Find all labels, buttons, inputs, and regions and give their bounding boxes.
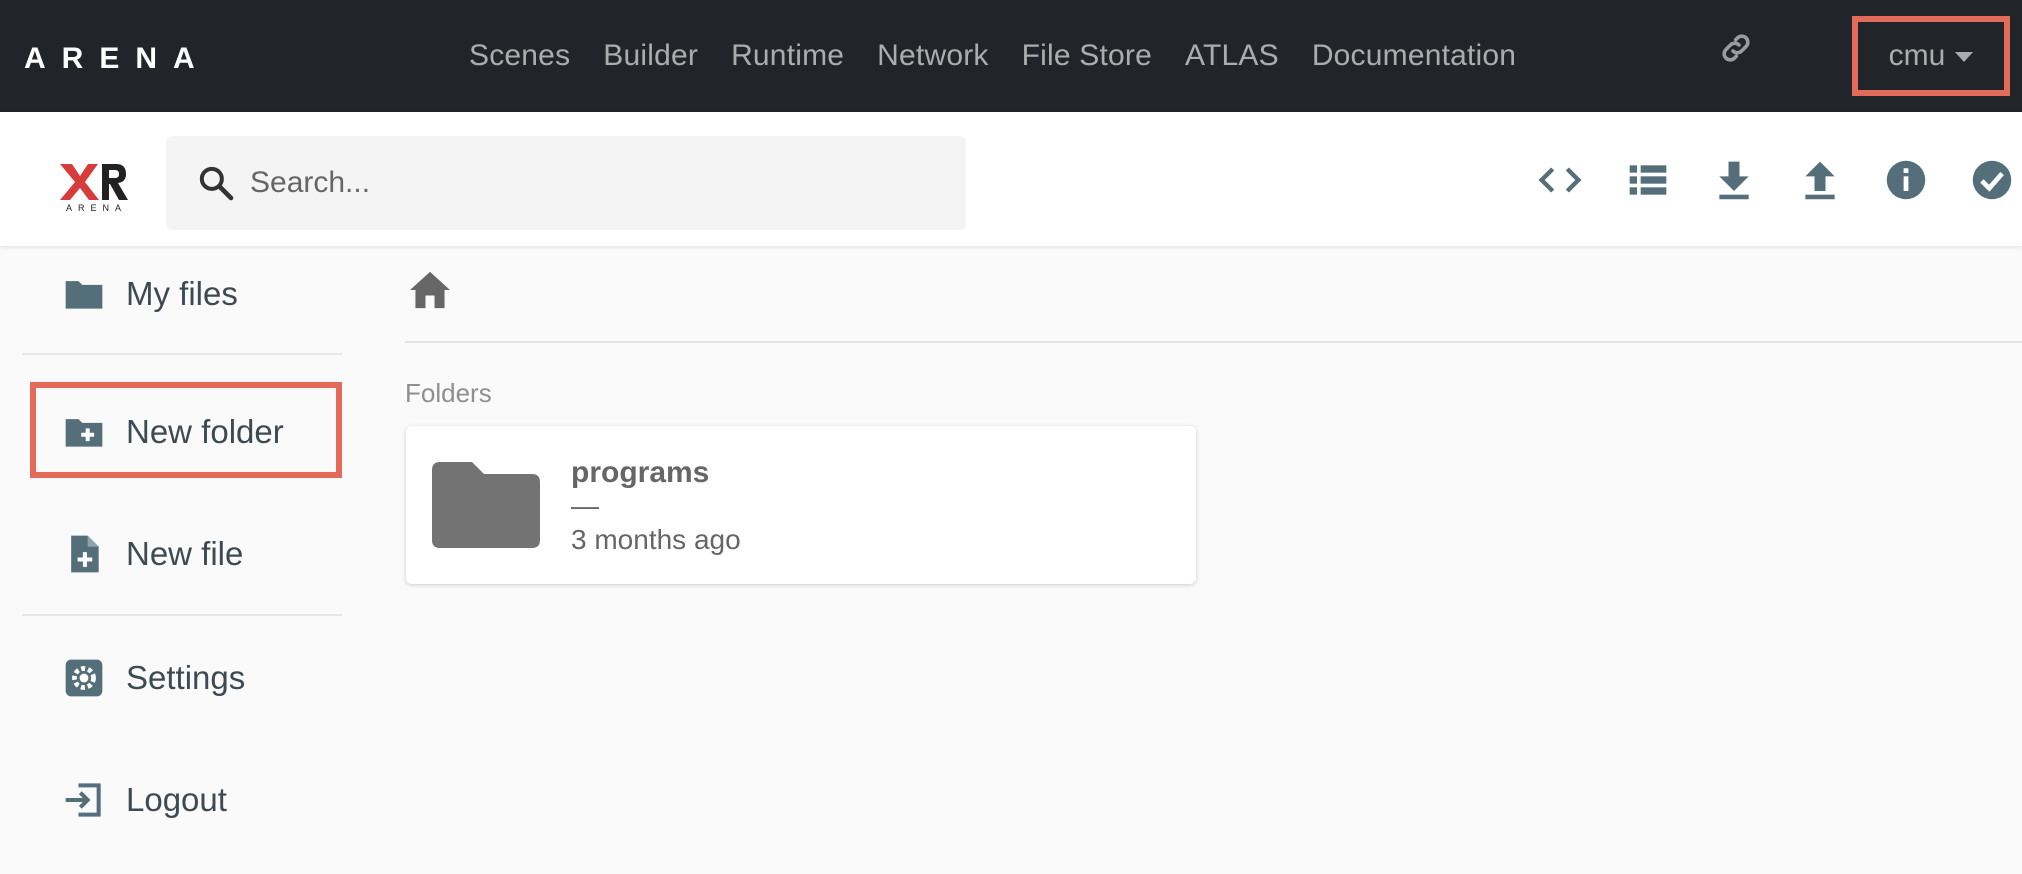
sidebar-item-settings[interactable]: Settings [22, 630, 342, 726]
breadcrumb-divider [405, 341, 2022, 343]
nav-link-builder[interactable]: Builder [603, 39, 698, 73]
user-name: cmu [1888, 39, 1946, 72]
top-navbar: ARENA Scenes Builder Runtime Network Fil… [0, 0, 2022, 112]
note-add-icon [71, 535, 99, 573]
link-icon[interactable] [1718, 30, 1754, 66]
nav-link-network[interactable]: Network [877, 39, 988, 73]
home-icon[interactable] [408, 270, 452, 310]
sidebar: My files New folder New file Settings Lo… [22, 246, 342, 874]
sidebar-item-my-files[interactable]: My files [22, 246, 342, 342]
sidebar-item-new-file[interactable]: New file [22, 506, 342, 602]
folder-icon [65, 281, 103, 309]
folder-name: programs [571, 456, 710, 489]
search-input[interactable] [250, 166, 950, 200]
svg-text:ARENA: ARENA [24, 44, 211, 70]
sidebar-item-label: My files [126, 275, 238, 312]
file-browser-app: ARENA Search... My files New folder New … [0, 112, 2022, 874]
upload-icon[interactable] [1798, 158, 1842, 202]
nav-link-documentation[interactable]: Documentation [1312, 39, 1516, 73]
code-icon[interactable] [1538, 158, 1582, 202]
check-circle-icon[interactable] [1970, 158, 2014, 202]
sidebar-divider [22, 353, 342, 355]
xr-logo-text: ARENA [66, 203, 127, 212]
sidebar-item-logout[interactable]: Logout [22, 752, 342, 848]
app-header: ARENA [0, 112, 2022, 246]
list-view-icon[interactable] [1626, 158, 1670, 202]
sidebar-item-label: Logout [126, 781, 227, 818]
settings-icon [65, 659, 103, 697]
nav-links: Scenes Builder Runtime Network File Stor… [469, 0, 1549, 112]
nav-link-atlas[interactable]: ATLAS [1185, 39, 1279, 73]
nav-link-runtime[interactable]: Runtime [731, 39, 844, 73]
folder-card-programs[interactable]: programs — 3 months ago [406, 426, 1196, 584]
arena-brand-logo[interactable]: ARENA [24, 44, 254, 70]
xr-arena-logo[interactable]: ARENA [58, 160, 130, 212]
folder-size: — [571, 490, 599, 521]
sidebar-item-label: Settings [126, 659, 246, 696]
sidebar-item-label: New file [126, 535, 244, 572]
section-title-folders: Folders [405, 378, 492, 408]
nav-link-file-store[interactable]: File Store [1022, 39, 1152, 73]
nav-link-scenes[interactable]: Scenes [469, 39, 570, 73]
caret-down-icon [1955, 52, 1974, 62]
sidebar-divider [22, 614, 342, 616]
folder-modified: 3 months ago [571, 524, 741, 555]
download-icon[interactable] [1712, 158, 1756, 202]
search-bar[interactable] [166, 136, 966, 230]
logout-icon [65, 783, 101, 817]
info-icon[interactable] [1884, 158, 1928, 202]
user-menu-dropdown[interactable]: cmu [1852, 16, 2010, 96]
search-icon [199, 166, 234, 201]
highlight-box [30, 382, 342, 478]
folder-icon [432, 462, 540, 548]
